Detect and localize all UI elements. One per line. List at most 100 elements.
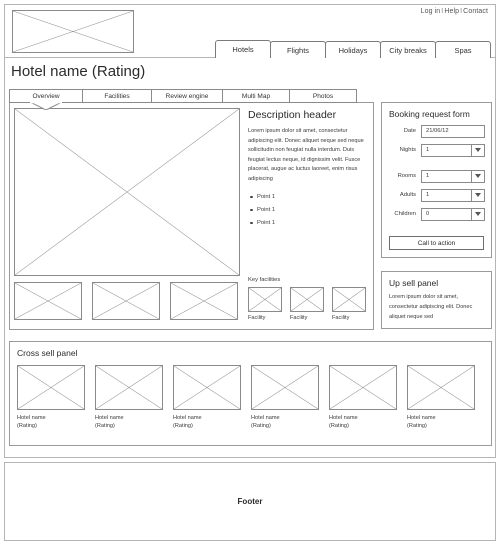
overview-content-panel: Description header Lorem ipsum dolor sit…	[9, 102, 374, 330]
adults-select[interactable]: 1	[421, 188, 485, 202]
nights-value: 1	[426, 147, 430, 153]
chevron-down-icon[interactable]	[471, 189, 484, 201]
description-body: Lorem ipsum dolor sit amet, consectetur …	[248, 128, 364, 183]
children-value: 0	[426, 211, 430, 217]
key-facilities-row: Facility Facility Facility	[248, 287, 372, 321]
key-facilities-section: Key facilities Facility Facility Facilit…	[248, 277, 372, 321]
hotel-rating: (Rating)	[329, 423, 349, 430]
cross-sell-title: Cross sell panel	[17, 348, 78, 358]
primary-tab-bar: Hotels Flights Holidays City breaks Spas	[215, 40, 491, 58]
description-bullet-list: Point 1 Point 1 Point 1	[248, 194, 370, 226]
list-item[interactable]: Hotel name (Rating)	[407, 365, 475, 431]
chevron-down-icon[interactable]	[471, 144, 484, 156]
facility-label: Facility	[290, 315, 308, 321]
secondary-tab-bar: Overview Facilities Review engine Multi …	[9, 89, 357, 103]
description-column: Description header Lorem ipsum dolor sit…	[248, 109, 370, 233]
facility-icon-placeholder	[290, 287, 324, 312]
site-footer: Footer	[4, 462, 496, 541]
thumbnail-image[interactable]	[92, 282, 160, 320]
form-row-children: Children 0	[388, 207, 485, 221]
hotel-image-placeholder	[173, 365, 241, 410]
hotel-name: Hotel name	[17, 415, 46, 421]
chevron-down-icon[interactable]	[471, 208, 484, 220]
form-row-adults: Adults 1	[388, 188, 485, 202]
utility-separator: I	[460, 8, 463, 15]
hotel-name: Hotel name	[407, 415, 436, 421]
tab-review-engine[interactable]: Review engine	[151, 89, 223, 103]
tab-photos[interactable]: Photos	[289, 89, 357, 103]
utility-nav: Log inIHelpIContact	[421, 8, 488, 15]
hotel-name: Hotel name	[251, 415, 280, 421]
cross-sell-card-row: Hotel name (Rating) Hotel name (Rating) …	[17, 365, 491, 431]
cross-sell-panel: Cross sell panel Hotel name (Rating) Hot…	[9, 341, 492, 446]
form-row-nights: Nights 1	[388, 143, 485, 157]
tab-facilities[interactable]: Facilities	[82, 89, 152, 103]
hotel-rating: (Rating)	[95, 423, 115, 430]
form-row-date: Date 21/06/12	[388, 124, 485, 138]
list-item[interactable]: Hotel name (Rating)	[95, 365, 163, 431]
hotel-name: Hotel name	[95, 415, 124, 421]
facility-label: Facility	[248, 315, 266, 321]
hotel-rating: (Rating)	[407, 423, 427, 430]
hotel-rating: (Rating)	[173, 423, 193, 430]
adults-value: 1	[426, 192, 430, 198]
page-title: Hotel name (Rating)	[11, 63, 146, 80]
facility-item[interactable]: Facility	[332, 287, 366, 321]
thumbnail-image[interactable]	[14, 282, 82, 320]
description-header: Description header	[248, 109, 337, 121]
list-item: Point 1	[248, 220, 370, 226]
hotel-name: Hotel name	[329, 415, 358, 421]
hotel-image-placeholder	[407, 365, 475, 410]
tab-overview[interactable]: Overview	[9, 89, 83, 103]
list-item[interactable]: Hotel name (Rating)	[173, 365, 241, 431]
nights-label: Nights	[399, 147, 416, 153]
hero-image-placeholder[interactable]	[14, 108, 240, 276]
up-sell-title: Up sell panel	[389, 278, 439, 288]
facility-icon-placeholder	[332, 287, 366, 312]
hotel-rating: (Rating)	[17, 423, 37, 430]
hotel-rating: (Rating)	[251, 423, 271, 430]
children-select[interactable]: 0	[421, 207, 485, 221]
footer-label: Footer	[237, 497, 263, 506]
facility-label: Facility	[332, 315, 350, 321]
key-facilities-title: Key facilities	[248, 277, 281, 283]
tab-hotels[interactable]: Hotels	[215, 40, 271, 58]
date-field[interactable]: 21/06/12	[421, 124, 485, 138]
list-item[interactable]: Hotel name (Rating)	[329, 365, 397, 431]
form-row-rooms: Rooms 1	[388, 169, 485, 183]
hotel-image-placeholder	[251, 365, 319, 410]
call-to-action-button[interactable]: Call to action	[389, 236, 484, 250]
tab-multi-map[interactable]: Multi Map	[222, 89, 290, 103]
help-link[interactable]: Help	[444, 8, 459, 15]
wireframe-page: Log inIHelpIContact Hotels Flights Holid…	[0, 0, 500, 545]
up-sell-body: Lorem ipsum dolor sit amet, consectetur …	[389, 294, 473, 320]
list-item: Point 1	[248, 207, 370, 213]
logo-placeholder[interactable]	[12, 10, 134, 53]
hotel-image-placeholder	[329, 365, 397, 410]
list-item: Point 1	[248, 194, 370, 200]
rooms-label: Rooms	[397, 173, 416, 179]
thumbnail-row	[14, 282, 238, 320]
facility-item[interactable]: Facility	[248, 287, 282, 321]
active-tab-pointer-icon	[30, 102, 62, 110]
hotel-image-placeholder	[17, 365, 85, 410]
hotel-image-placeholder	[95, 365, 163, 410]
tab-flights[interactable]: Flights	[270, 41, 326, 58]
nights-select[interactable]: 1	[421, 143, 485, 157]
rooms-select[interactable]: 1	[421, 169, 485, 183]
list-item[interactable]: Hotel name (Rating)	[17, 365, 85, 431]
booking-request-form: Booking request form Date 21/06/12 Night…	[381, 102, 492, 258]
facility-item[interactable]: Facility	[290, 287, 324, 321]
rooms-value: 1	[426, 173, 430, 179]
contact-link[interactable]: Contact	[463, 8, 488, 15]
booking-form-title: Booking request form	[389, 109, 470, 119]
tab-city-breaks[interactable]: City breaks	[380, 41, 436, 58]
tab-holidays[interactable]: Holidays	[325, 41, 381, 58]
thumbnail-image[interactable]	[170, 282, 238, 320]
chevron-down-icon[interactable]	[471, 170, 484, 182]
children-label: Children	[394, 211, 416, 217]
facility-icon-placeholder	[248, 287, 282, 312]
tab-spas[interactable]: Spas	[435, 41, 491, 58]
list-item[interactable]: Hotel name (Rating)	[251, 365, 319, 431]
login-link[interactable]: Log in	[421, 8, 441, 15]
